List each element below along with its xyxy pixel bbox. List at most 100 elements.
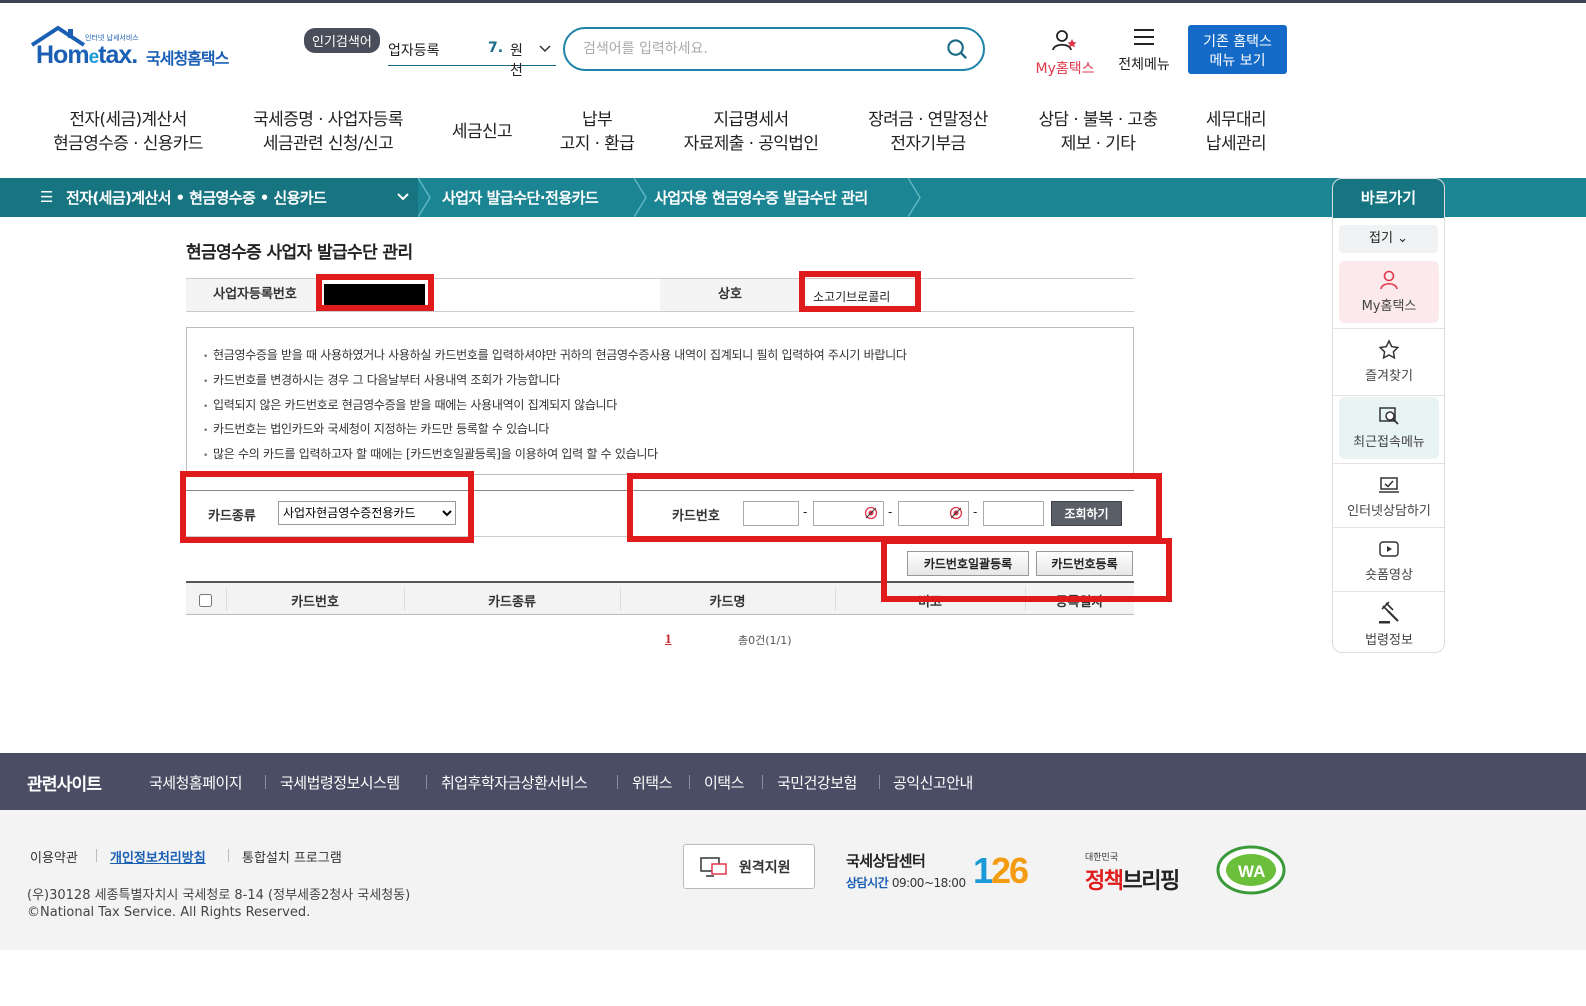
footer-copyright: ©National Tax Service. All Rights Reserv… bbox=[27, 905, 311, 920]
related-sites-bar: 관련사이트 국세청홈페이지 국세법령정보시스템 취업후학자금상환서비스 위택스 … bbox=[0, 753, 1586, 810]
play-icon bbox=[1379, 541, 1399, 557]
divider bbox=[1333, 527, 1444, 528]
footer: 이용약관 개인정보처리방침 통합설치 프로그램 (우)30128 세종특별자치시… bbox=[0, 810, 1586, 950]
notice-item: 카드번호를 변경하시는 경우 그 다음날부터 사용내역 조회가 가능합니다 bbox=[203, 369, 907, 394]
divider bbox=[426, 775, 427, 789]
call-center-hours: 상담시간 09:00~18:00 bbox=[846, 876, 966, 890]
related-link[interactable]: 공익신고안내 bbox=[893, 772, 973, 793]
total-count: 총0건(1/1) bbox=[738, 634, 792, 647]
menu-lines-icon: ☰ bbox=[40, 188, 54, 206]
divider bbox=[689, 775, 690, 789]
grid-header-card-type: 카드종류 bbox=[488, 595, 536, 610]
quick-item-favorites[interactable]: 즐겨찾기 bbox=[1339, 331, 1439, 393]
related-link[interactable]: 취업후학자금상환서비스 bbox=[441, 772, 588, 793]
related-link[interactable]: 국세법령정보시스템 bbox=[280, 772, 400, 793]
highlight-box bbox=[799, 271, 921, 312]
call-center-title: 국세상담센터 bbox=[846, 852, 926, 870]
location-level2-label[interactable]: 사업자 발급수단·전용카드 bbox=[442, 187, 599, 208]
grid-header-card-name: 카드명 bbox=[709, 595, 746, 610]
star-icon bbox=[1378, 339, 1400, 360]
monitor-icon bbox=[700, 857, 727, 877]
divider bbox=[879, 775, 880, 789]
select-all-checkbox[interactable] bbox=[199, 594, 212, 607]
footer-link-terms[interactable]: 이용약관 bbox=[30, 847, 78, 866]
related-sites-title: 관련사이트 bbox=[27, 775, 102, 795]
search-icon[interactable] bbox=[946, 38, 969, 61]
top-border bbox=[0, 0, 1586, 3]
quick-menu: 바로가기 접기 ⌄ My홈택스 즐겨찾기 최근접속메뉴 인터넷상담하기 숏폼영상… bbox=[1332, 178, 1445, 653]
quick-menu-fold-button[interactable]: 접기 ⌄ bbox=[1339, 225, 1438, 253]
chevron-down-icon[interactable] bbox=[396, 190, 410, 204]
breadcrumb-separator-icon bbox=[908, 178, 921, 217]
gnb-item-tax-return[interactable]: 세금신고 bbox=[444, 120, 520, 144]
gnb-item-tax-agent[interactable]: 세무대리 납세관리 bbox=[1196, 108, 1276, 156]
notice-item: 카드번호는 법인카드와 국세청이 지정하는 카드만 등록할 수 있습니다 bbox=[203, 418, 907, 443]
divider bbox=[228, 849, 229, 862]
related-link[interactable]: 위택스 bbox=[632, 772, 672, 793]
divider bbox=[96, 849, 97, 862]
quick-item-law-info[interactable]: 법령정보 bbox=[1339, 593, 1439, 652]
logo-brand: Hometax. bbox=[36, 41, 138, 69]
divider bbox=[265, 775, 266, 789]
breadcrumb-separator-icon bbox=[418, 178, 431, 217]
quick-menu-title: 바로가기 bbox=[1333, 179, 1444, 218]
all-menu-button[interactable]: 전체메뉴 bbox=[1112, 28, 1176, 74]
remote-support-button[interactable]: 원격지원 bbox=[683, 844, 815, 889]
popular-keyword-rank: 7. bbox=[488, 40, 504, 56]
location-level1-label[interactable]: 전자(세금)계산서 • 현금영수증 • 신용카드 bbox=[66, 187, 327, 208]
popular-keyword-text[interactable]: 업자등록 bbox=[388, 40, 440, 60]
footer-address: (우)30128 세종특별자치시 국세청로 8-14 (정부세종2청사 국세청동… bbox=[27, 888, 411, 903]
divider bbox=[1333, 463, 1444, 464]
related-link[interactable]: 이택스 bbox=[704, 772, 744, 793]
legacy-menu-button[interactable]: 기존 홈택스 메뉴 보기 bbox=[1188, 25, 1287, 74]
my-hometax-button[interactable]: My홈택스 bbox=[1030, 28, 1100, 78]
breadcrumb-separator-icon bbox=[634, 178, 647, 217]
related-link[interactable]: 국세청홈페이지 bbox=[149, 772, 243, 793]
divider bbox=[1333, 591, 1444, 592]
popular-keyword-badge: 인기검색어 bbox=[304, 28, 380, 53]
gnb-item-consult[interactable]: 상담 · 불복 · 고충 제보 · 기타 bbox=[1030, 108, 1166, 156]
footer-link-install[interactable]: 통합설치 프로그램 bbox=[242, 847, 342, 866]
recent-search-icon bbox=[1379, 407, 1399, 425]
policy-briefing-logo[interactable]: 대한민국 정책브리핑 bbox=[1085, 850, 1180, 895]
chevron-down-icon[interactable] bbox=[538, 42, 552, 56]
gnb-item-incentive[interactable]: 장려금 · 연말정산 전자기부금 bbox=[858, 108, 998, 156]
quick-item-short-video[interactable]: 숏폼영상 bbox=[1339, 530, 1439, 592]
user-icon bbox=[1380, 270, 1398, 290]
global-nav: 전자(세금)계산서 현금영수증 · 신용카드 국세증명 · 사업자등록 세금관련 신… bbox=[0, 108, 1586, 166]
user-star-icon bbox=[1052, 30, 1077, 51]
highlight-box bbox=[180, 471, 474, 543]
quick-item-online-consult[interactable]: 인터넷상담하기 bbox=[1339, 466, 1439, 528]
gnb-item-certificate[interactable]: 국세증명 · 사업자등록 세금관련 신청/신고 bbox=[246, 108, 410, 156]
quick-item-recent-menu[interactable]: 최근접속메뉴 bbox=[1339, 397, 1439, 459]
svg-text:WA: WA bbox=[1238, 862, 1265, 881]
logo-korean: 국세청홈택스 bbox=[146, 49, 229, 68]
hometax-logo[interactable]: 인터넷 납세서비스 Hometax. 국세청홈택스 bbox=[28, 25, 243, 75]
notice-box: 현금영수증을 받을 때 사용하였거나 사용하실 카드번호를 입력하셔야만 귀하의… bbox=[186, 327, 1134, 475]
call-number-126: 126 bbox=[973, 850, 1029, 891]
pagination-current-page[interactable]: 1 bbox=[665, 631, 672, 647]
notice-item: 현금영수증을 받을 때 사용하였거나 사용하실 카드번호를 입력하셔야만 귀하의… bbox=[203, 344, 907, 369]
page-title: 현금영수증 사업자 발급수단 관리 bbox=[186, 243, 413, 263]
location-level3-label[interactable]: 사업자용 현금영수증 발급수단 관리 bbox=[654, 187, 868, 208]
call-center: 국세상담센터 상담시간 09:00~18:00 bbox=[846, 850, 966, 891]
highlight-box bbox=[881, 538, 1172, 602]
gnb-item-einvoice[interactable]: 전자(세금)계산서 현금영수증 · 신용카드 bbox=[48, 108, 208, 156]
popular-keyword-text-2[interactable]: 원천 bbox=[510, 40, 526, 80]
notice-item: 입력되지 않은 카드번호로 현금영수증을 받을 때에는 사용내역이 집계되지 않… bbox=[203, 394, 907, 419]
divider bbox=[1333, 328, 1444, 329]
divider bbox=[617, 775, 618, 789]
all-menu-label: 전체메뉴 bbox=[1118, 57, 1170, 73]
divider bbox=[762, 775, 763, 789]
popular-keyword-ticker[interactable]: 업자등록 7. 원천 bbox=[388, 38, 556, 79]
company-name-label: 상호 bbox=[660, 279, 800, 311]
search-input[interactable] bbox=[583, 37, 933, 61]
footer-link-privacy[interactable]: 개인정보처리방침 bbox=[110, 847, 206, 866]
gnb-item-payment[interactable]: 납부 고지 · 환급 bbox=[552, 108, 642, 156]
gnb-item-payment-statement[interactable]: 지급명세서 자료제출 · 공익법인 bbox=[676, 108, 826, 156]
quick-item-my-hometax[interactable]: My홈택스 bbox=[1339, 261, 1439, 323]
highlight-box bbox=[627, 473, 1162, 542]
related-link[interactable]: 국민건강보험 bbox=[777, 772, 857, 793]
hamburger-icon bbox=[1134, 29, 1154, 45]
search-box bbox=[563, 27, 985, 71]
